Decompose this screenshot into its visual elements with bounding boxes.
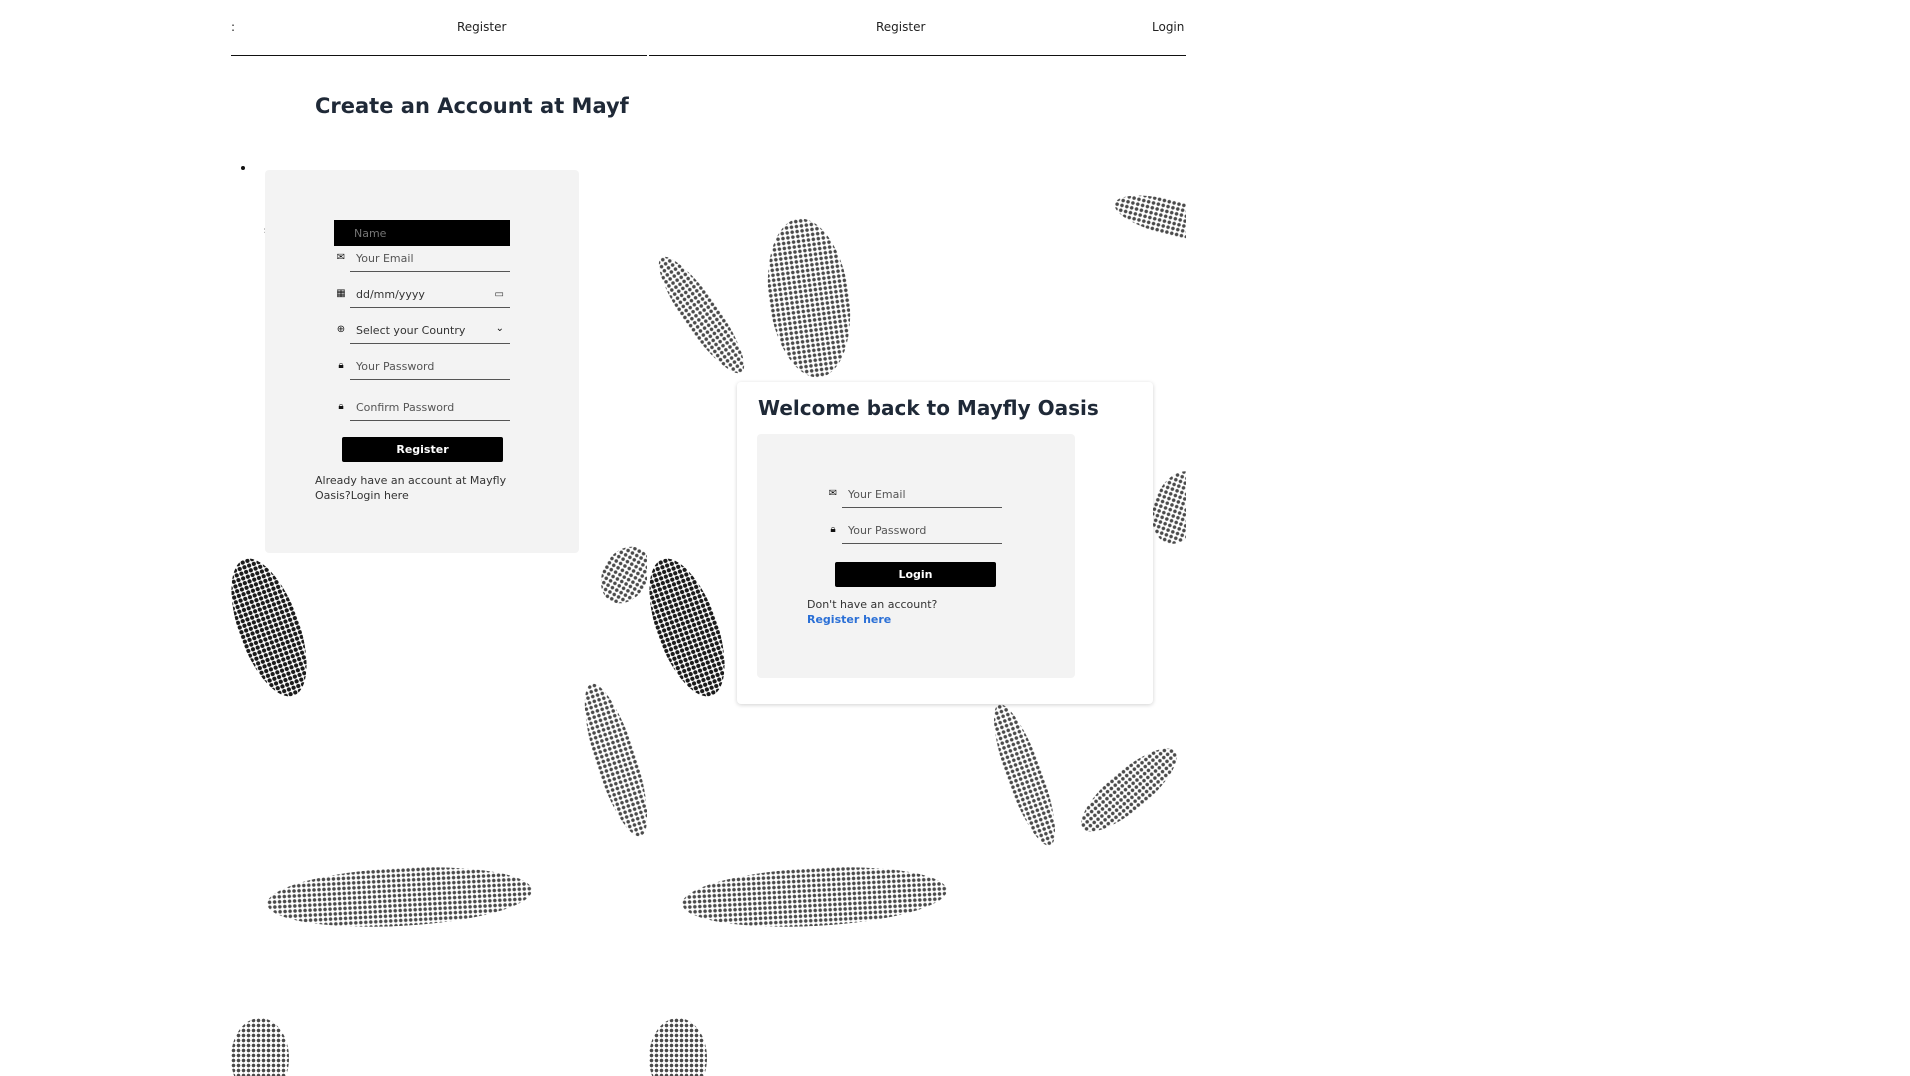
- login-prompt-text: Already have an account at Mayfly Oasis?: [315, 474, 507, 502]
- lock-icon: 🔒︎: [338, 401, 344, 412]
- password-field: 🔒︎: [334, 354, 510, 380]
- dob-field: ▦ dd/mm/yyyy ▭: [334, 282, 510, 308]
- calendar-picker-icon[interactable]: ▭: [495, 282, 504, 308]
- login-prompt: Already have an account at Mayfly Oasis?…: [315, 473, 515, 503]
- decorative-blob: [265, 861, 534, 933]
- login-panel: Welcome back to Mayfly Oasis ✉ 🔒︎ Login …: [737, 382, 1153, 704]
- decorative-blob: [591, 537, 647, 613]
- decorative-blob: [231, 549, 322, 706]
- decorative-blob: [572, 677, 647, 843]
- top-navbar: : Register: [231, 0, 647, 56]
- decorative-blob: [758, 213, 860, 383]
- login-button[interactable]: Login: [835, 562, 996, 587]
- name-input[interactable]: [334, 220, 510, 246]
- register-page-title: Create an Account at Mayf: [315, 94, 629, 118]
- nav-fragment: :: [231, 20, 236, 34]
- lock-icon: 🔒︎: [338, 360, 344, 371]
- email-input[interactable]: [350, 246, 510, 272]
- login-card: ✉ 🔒︎ Login Don't have an account? Regist…: [757, 434, 1075, 678]
- lock-icon: 🔒︎: [830, 524, 836, 535]
- register-prompt-text: Don't have an account?: [807, 598, 938, 611]
- calendar-icon: ▦: [336, 288, 346, 299]
- nav-register-link[interactable]: Register: [457, 20, 506, 34]
- decorative-blob: [231, 1018, 289, 1076]
- decorative-blob: [982, 698, 1067, 852]
- decorative-blob: [1110, 186, 1186, 249]
- register-prompt: Don't have an account? Register here: [807, 597, 1027, 627]
- dob-input[interactable]: dd/mm/yyyy ▭: [350, 282, 510, 308]
- globe-icon: ⊕: [336, 324, 346, 335]
- chevron-down-icon[interactable]: ⌄: [496, 323, 504, 334]
- password-field: 🔒︎: [826, 518, 1002, 544]
- envelope-icon: ✉: [828, 488, 838, 499]
- password-input[interactable]: [842, 518, 1002, 544]
- email-field: ✉: [826, 482, 1002, 508]
- register-page-frame: : Register Create an Account at Mayf s ✉…: [231, 0, 647, 1076]
- confirm-password-field: 🔒︎: [334, 395, 510, 421]
- login-page-title: Welcome back to Mayfly Oasis: [758, 396, 1099, 420]
- login-page-frame: Register Login Welcome back to Mayfly Oa…: [649, 0, 1186, 1076]
- nav-register-link[interactable]: Register: [876, 20, 925, 34]
- email-input[interactable]: [842, 482, 1002, 508]
- decorative-blob: [649, 1018, 707, 1076]
- register-card: ✉ ▦ dd/mm/yyyy ▭ ⊕ Select your Country ⌄…: [265, 170, 579, 553]
- login-here-link[interactable]: Login here: [351, 489, 409, 502]
- password-input[interactable]: [350, 354, 510, 380]
- top-navbar: Register Login: [649, 0, 1186, 56]
- register-here-link[interactable]: Register here: [807, 613, 891, 626]
- dob-placeholder: dd/mm/yyyy: [356, 288, 425, 301]
- decorative-blob: [1070, 736, 1186, 844]
- country-selected-value: Select your Country: [356, 324, 466, 337]
- country-select[interactable]: Select your Country: [350, 318, 510, 344]
- decorative-blob: [649, 549, 740, 706]
- decorative-blob: [680, 861, 949, 933]
- nav-login-link[interactable]: Login: [1152, 20, 1184, 34]
- envelope-icon: ✉: [336, 252, 346, 263]
- country-field: ⊕ Select your Country ⌄: [334, 318, 510, 344]
- decorative-blob: [649, 247, 756, 383]
- register-button[interactable]: Register: [342, 437, 503, 462]
- email-field: ✉: [334, 246, 510, 272]
- confirm-password-input[interactable]: [350, 395, 510, 421]
- bullet-dot: [241, 166, 245, 170]
